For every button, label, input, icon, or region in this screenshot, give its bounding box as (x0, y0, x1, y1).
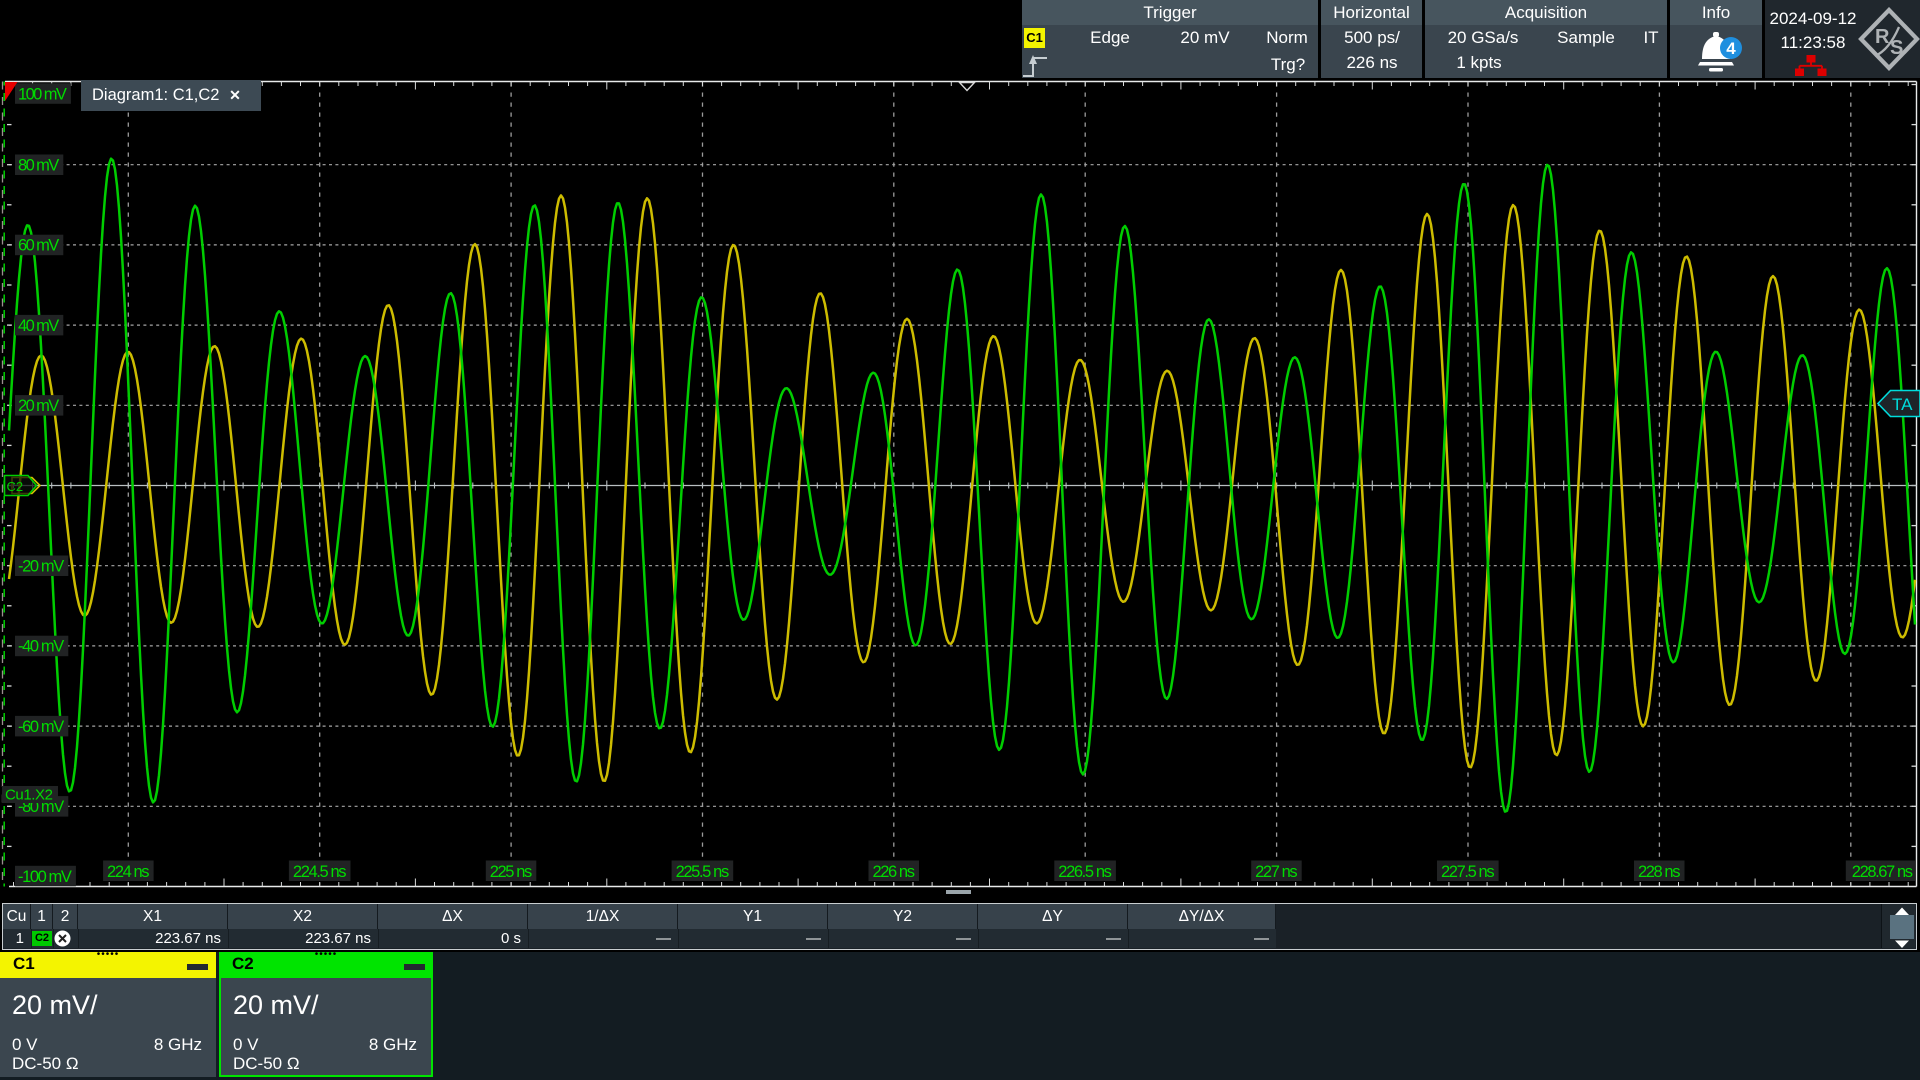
svg-text:80 mV: 80 mV (18, 157, 59, 175)
svg-text:224.5 ns: 224.5 ns (293, 863, 347, 881)
svg-text:C2: C2 (7, 479, 24, 494)
svg-text:TA: TA (1892, 395, 1913, 414)
svg-text:20 mV: 20 mV (18, 397, 59, 415)
svg-text:4: 4 (1726, 39, 1736, 58)
svg-text:Cu1.X2: Cu1.X2 (5, 787, 53, 804)
svg-text:224 ns: 224 ns (107, 863, 150, 881)
svg-text:227 ns: 227 ns (1255, 863, 1298, 881)
svg-text:228 ns: 228 ns (1638, 863, 1681, 881)
svg-text:228.67 ns: 228.67 ns (1852, 863, 1913, 881)
svg-text:226.5 ns: 226.5 ns (1058, 863, 1112, 881)
svg-text:40 mV: 40 mV (18, 317, 59, 335)
svg-text:227.5 ns: 227.5 ns (1441, 863, 1495, 881)
svg-text:226 ns: 226 ns (872, 863, 915, 881)
svg-text:-60 mV: -60 mV (18, 718, 64, 736)
svg-text:-20 mV: -20 mV (18, 558, 64, 576)
svg-text:-100 mV: -100 mV (18, 868, 72, 886)
svg-text:-40 mV: -40 mV (18, 638, 64, 656)
svg-text:225.5 ns: 225.5 ns (676, 863, 730, 881)
svg-text:100 mV: 100 mV (18, 85, 67, 103)
svg-text:225 ns: 225 ns (490, 863, 533, 881)
svg-text:60 mV: 60 mV (18, 237, 59, 255)
